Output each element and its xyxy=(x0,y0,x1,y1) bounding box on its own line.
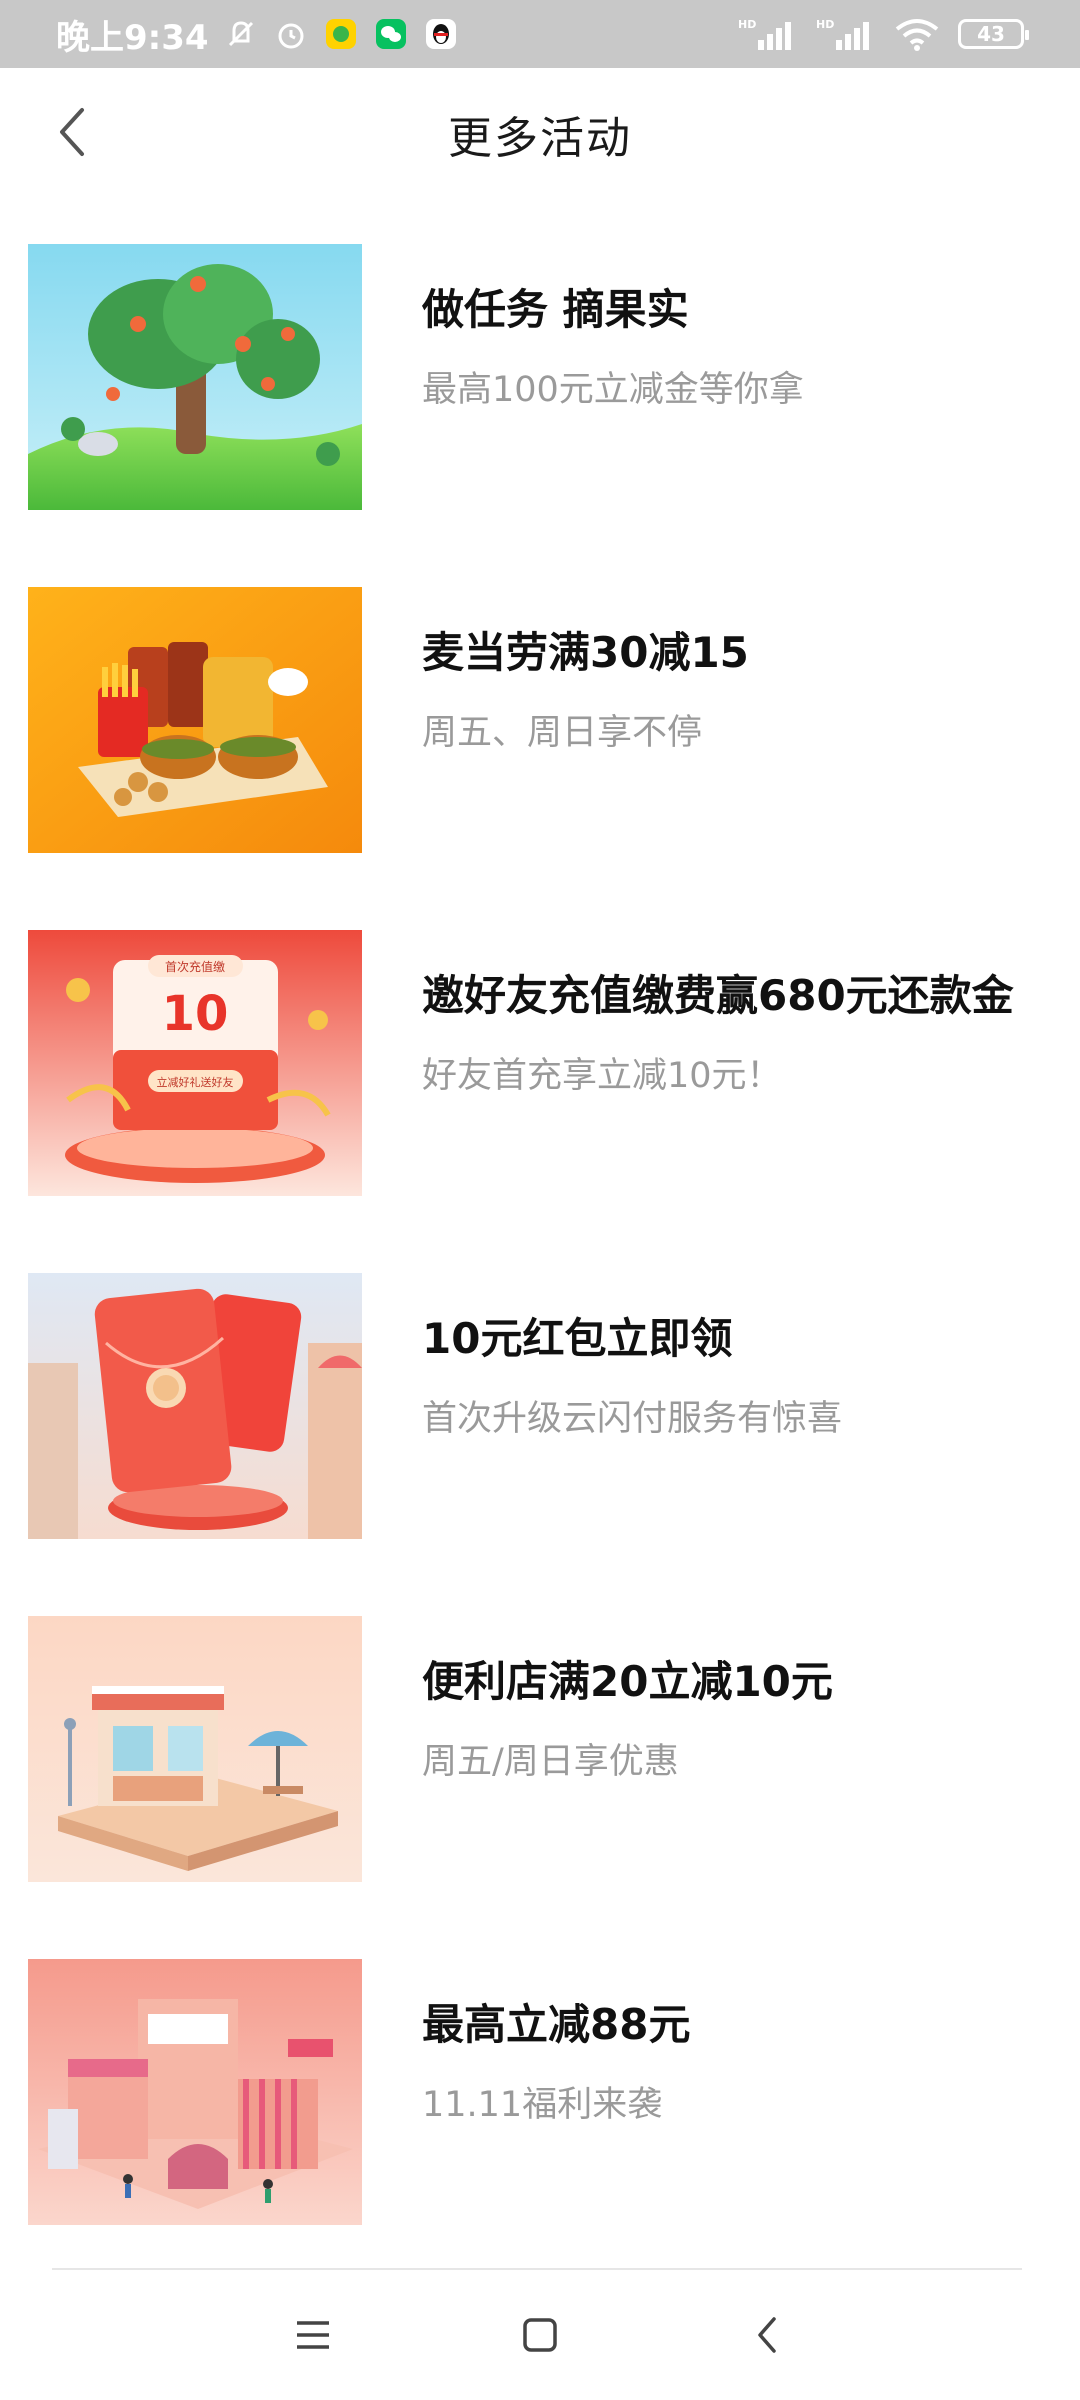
activity-title: 做任务 摘果实 xyxy=(422,285,689,334)
status-left: 晚上9:34 xyxy=(56,10,459,59)
activity-title: 最高立减88元 xyxy=(422,2000,691,2049)
wifi-icon xyxy=(894,16,940,52)
battery-icon: 43 xyxy=(958,19,1029,49)
wechat-icon xyxy=(373,16,409,52)
invite-amount-text: 10 xyxy=(162,986,229,1042)
hd-signal-icon: HD xyxy=(738,16,798,52)
qq-icon xyxy=(423,16,459,52)
activity-item-invite-friends[interactable]: 首次充值缴 10 立减好礼送好友 邀好友充值缴费赢680元还款金 好友首充享立减… xyxy=(0,886,1080,1229)
app-icon xyxy=(323,16,359,52)
status-bar: 晚上9:34 HD HD 43 xyxy=(0,0,1080,68)
home-square-icon xyxy=(523,2318,557,2352)
activity-thumbnail xyxy=(28,587,362,853)
activity-thumbnail xyxy=(28,1959,362,2225)
back-icon xyxy=(757,2317,776,2353)
activity-item-red-packet[interactable]: 10元红包立即领 首次升级云闪付服务有惊喜 xyxy=(0,1229,1080,1572)
header: 更多活动 xyxy=(0,68,1080,200)
activity-text: 最高立减88元 11.11福利来袭 xyxy=(422,1999,1062,2127)
back-button[interactable] xyxy=(40,100,104,164)
activity-text: 邀好友充值缴费赢680元还款金 好友首充享立减10元！ xyxy=(422,970,1062,1098)
menu-button[interactable] xyxy=(273,2295,353,2375)
svg-text:HD: HD xyxy=(816,18,834,31)
status-right: HD HD 43 xyxy=(738,16,1029,52)
shopping-street-illustration xyxy=(28,1959,362,2225)
hd-signal-icon: HD xyxy=(816,16,876,52)
activity-subtitle: 周五、周日享不停 xyxy=(422,713,703,753)
activity-item-fruit-task[interactable]: 做任务 摘果实 最高100元立减金等你拿 xyxy=(0,200,1080,543)
convenience-store-illustration xyxy=(28,1616,362,1882)
activity-subtitle: 11.11福利来袭 xyxy=(422,2085,663,2125)
activity-text: 做任务 摘果实 最高100元立减金等你拿 xyxy=(422,284,1062,412)
activity-title: 10元红包立即领 xyxy=(422,1314,733,1363)
activity-list: 做任务 摘果实 最高100元立减金等你拿 麦当劳满30减15 周五、周日享不停 … xyxy=(0,200,1080,2258)
status-time: 晚上9:34 xyxy=(56,17,209,58)
invite-banner-text: 首次充值缴 xyxy=(165,959,225,974)
activity-text: 便利店满20立减10元 周五/周日享优惠 xyxy=(422,1656,1062,1784)
invite-button-text: 立减好礼送好友 xyxy=(157,1075,234,1089)
activity-thumbnail: 首次充值缴 10 立减好礼送好友 xyxy=(28,930,362,1196)
page-title: 更多活动 xyxy=(448,113,632,164)
svg-text:HD: HD xyxy=(738,18,756,31)
home-button[interactable] xyxy=(500,2295,580,2375)
activity-subtitle: 好友首充享立减10元！ xyxy=(422,1056,782,1096)
activity-title: 邀好友充值缴费赢680元还款金 xyxy=(422,971,1014,1020)
activity-subtitle: 最高100元立减金等你拿 xyxy=(422,370,804,410)
fruit-tree-illustration xyxy=(28,244,362,510)
mute-icon xyxy=(223,16,259,52)
activity-thumbnail xyxy=(28,1616,362,1882)
alarm-icon xyxy=(273,16,309,52)
activity-text: 10元红包立即领 首次升级云闪付服务有惊喜 xyxy=(422,1313,1062,1441)
activity-text: 麦当劳满30减15 周五、周日享不停 xyxy=(422,627,1062,755)
menu-icon xyxy=(297,2321,330,2349)
chevron-left-icon xyxy=(60,108,84,156)
system-back-button[interactable] xyxy=(727,2295,807,2375)
activity-subtitle: 首次升级云闪付服务有惊喜 xyxy=(422,1399,843,1439)
activity-item-max-discount[interactable]: 最高立减88元 11.11福利来袭 xyxy=(0,1915,1080,2258)
activity-item-mcdonalds[interactable]: 麦当劳满30减15 周五、周日享不停 xyxy=(0,543,1080,886)
activity-thumbnail xyxy=(28,1273,362,1539)
activity-item-convenience-store[interactable]: 便利店满20立减10元 周五/周日享优惠 xyxy=(0,1572,1080,1915)
activity-subtitle: 周五/周日享优惠 xyxy=(422,1742,679,1782)
activity-title: 麦当劳满30减15 xyxy=(422,628,749,677)
fast-food-illustration xyxy=(28,587,362,853)
invite-gift-illustration: 首次充值缴 10 立减好礼送好友 xyxy=(28,930,362,1196)
red-packet-illustration xyxy=(28,1273,362,1539)
system-nav-bar xyxy=(0,2270,1080,2400)
activity-thumbnail xyxy=(28,244,362,510)
activity-title: 便利店满20立减10元 xyxy=(422,1657,833,1706)
